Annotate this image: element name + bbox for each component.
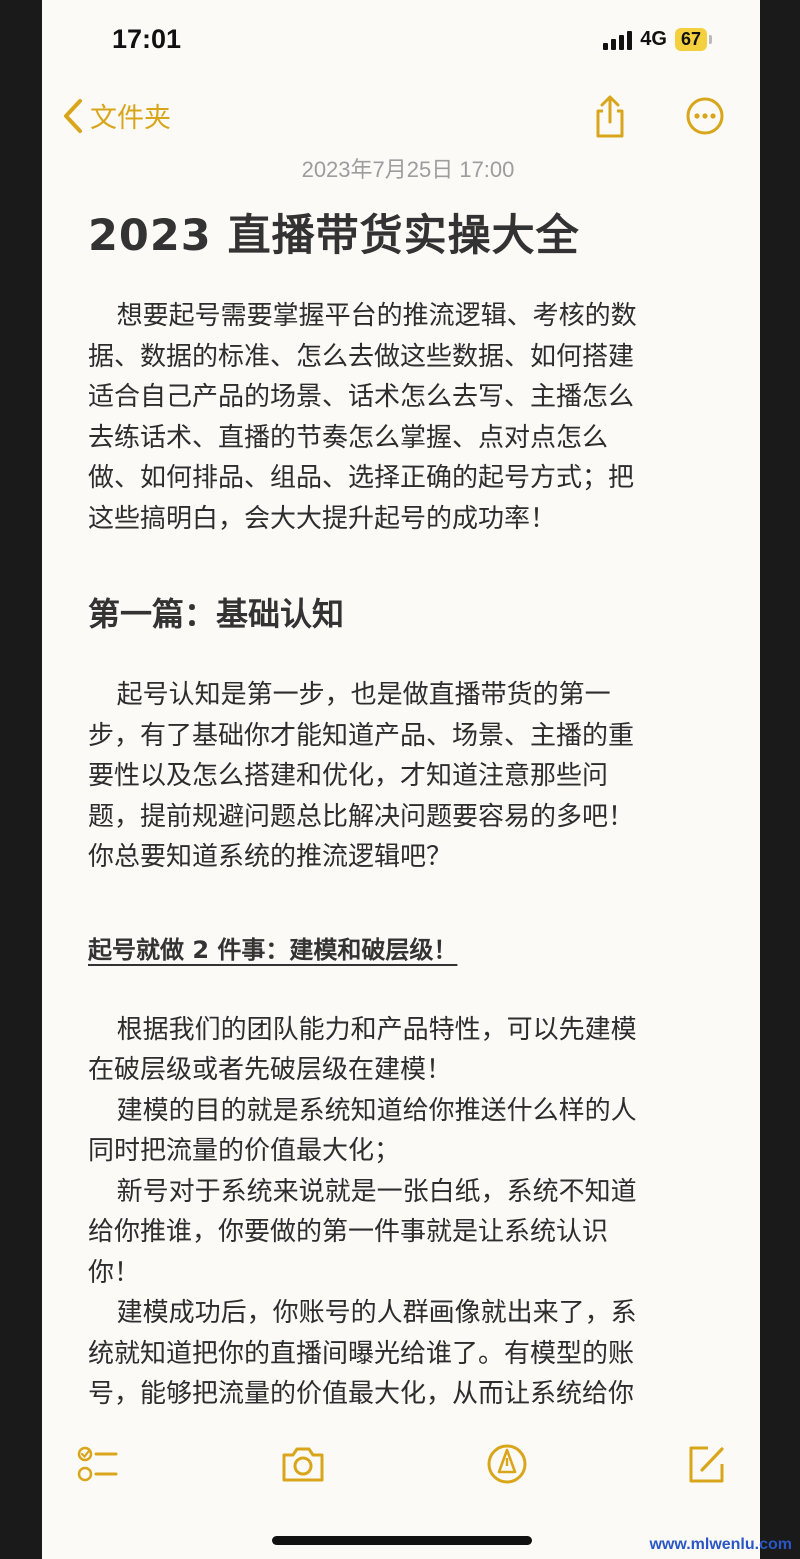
battery-icon: 67 [674,28,707,51]
section-heading-two-things: 起号就做 2 件事：建模和破层级！ [88,935,458,964]
share-icon [596,95,624,138]
status-indicators: 4G 67 [603,28,712,51]
more-icon [686,97,724,135]
paragraph-line: 给你推谁，你要做的第一件事就是让系统认识 [88,1217,609,1247]
notes-app-screen: 17:01 4G 67 文件夹 2023年7月25日 17:00 2023 直播… [42,0,760,1559]
paragraph-line: 在破层级或者先破层级在建模！ [88,1055,453,1085]
markup-button[interactable] [485,1442,529,1490]
back-label: 文件夹 [90,103,171,134]
compose-icon [689,1446,724,1483]
camera-icon [282,1447,324,1482]
status-bar: 17:01 4G 67 [42,0,760,80]
paragraph-line: 适合自己产品的场景、话术怎么去写、主播怎么 [88,382,635,412]
share-button[interactable] [590,94,630,144]
paragraph-line: 想要起号需要掌握平台的推流逻辑、考核的数 [116,301,637,331]
watermark: www.mlwenlu.com [649,1536,792,1553]
paragraph-line: 建模成功后，你账号的人群画像就出来了，系 [116,1298,637,1328]
more-button[interactable] [685,96,725,140]
chevron-left-icon [64,98,82,133]
paragraph-line: 去练话术、直播的节奏怎么掌握、点对点怎么 [88,422,609,453]
signal-icon [603,30,633,50]
camera-button[interactable] [280,1442,326,1490]
note-date: 2023年7月25日 17:00 [301,157,515,182]
nav-bar: 文件夹 [42,86,760,150]
paragraph-line: 起号认知是第一步，也是做直播带货的第一 [116,680,611,710]
paragraph-line: 要性以及怎么搭建和优化，才知道注意那些问 [88,761,609,791]
paragraph-line: 据、数据的标准、怎么去做这些数据、如何搭建 [88,341,635,372]
paragraph-modeling: 根据我们的团队能力和产品特性，可以先建模 在破层级或者先破层级在建模！ 建模的目… [88,1010,728,1415]
paragraph-line: 你总要知道系统的推流逻辑吧？ [88,842,453,872]
compose-button[interactable] [686,1442,728,1490]
note-title: 2023 直播带货实操大全 [88,211,580,261]
paragraph-line: 号，能够把流量的价值最大化，从而让系统给你 [88,1379,635,1409]
paragraph-line: 统就知道把你的直播间曝光给谁了。有模型的账 [88,1338,635,1369]
paragraph-line: 做、如何排品、组品、选择正确的起号方式；把 [88,463,635,493]
paragraph-line: 根据我们的团队能力和产品特性，可以先建模 [116,1014,637,1045]
checklist-button[interactable] [76,1442,120,1490]
section-heading-basics: 第一篇：基础认知 [88,595,345,633]
back-button[interactable]: 文件夹 [62,96,171,135]
paragraph-line: 步，有了基础你才能知道产品、场景、主播的重 [88,720,635,751]
markup-pen-icon [487,1444,527,1484]
bottom-toolbar [42,1434,760,1504]
paragraph-line: 这些搞明白，会大大提升起号的成功率！ [88,503,557,534]
note-body[interactable]: 2023年7月25日 17:00 2023 直播带货实操大全 想要起号需要掌握平… [88,148,728,1415]
paragraph-line: 你！ [88,1257,141,1288]
paragraph-line: 题，提前规避问题总比解决问题要容易的多吧！ [88,801,635,832]
paragraph-line: 建模的目的就是系统知道给你推送什么样的人 [116,1095,637,1126]
status-time: 17:01 [112,24,182,54]
network-type: 4G [640,28,667,50]
checklist-icon [77,1446,118,1482]
paragraph-intro: 想要起号需要掌握平台的推流逻辑、考核的数 据、数据的标准、怎么去做这些数据、如何… [88,296,728,539]
paragraph-line: 新号对于系统来说就是一张白纸，系统不知道 [116,1176,637,1207]
paragraph-basics: 起号认知是第一步，也是做直播带货的第一 步，有了基础你才能知道产品、场景、主播的… [88,675,728,878]
battery-tip [709,35,712,44]
home-indicator[interactable] [272,1536,532,1545]
paragraph-line: 同时把流量的价值最大化； [88,1136,401,1166]
